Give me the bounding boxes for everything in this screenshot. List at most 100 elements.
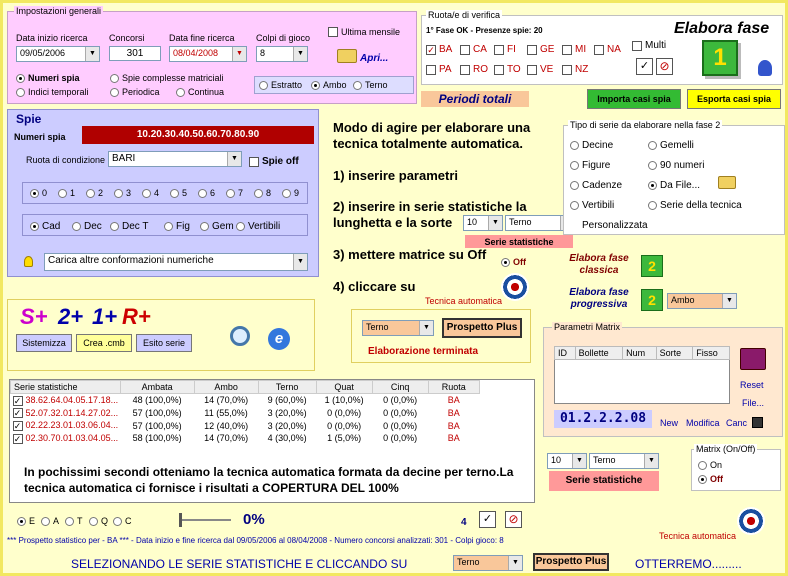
ruota-na[interactable]: NA: [594, 44, 621, 55]
prospetto-sorte-select[interactable]: Terno ▼: [362, 320, 434, 336]
istruzioni-lunghetta-select[interactable]: 10 ▼: [463, 215, 503, 231]
matrix-on-radio[interactable]: On: [698, 460, 722, 470]
matrix-off-radio[interactable]: Off: [698, 474, 723, 484]
numeri-spia-field[interactable]: 10.20.30.40.50.60.70.80.90: [82, 126, 314, 144]
type-cad[interactable]: Cad: [30, 221, 60, 232]
sorte-estratto[interactable]: Estratto: [259, 80, 302, 90]
help-icon[interactable]: [758, 60, 772, 76]
col-ambo[interactable]: Ambo: [193, 380, 259, 394]
target-icon[interactable]: [737, 507, 765, 535]
col-terno[interactable]: Terno: [257, 380, 317, 394]
matrix-modifica-button[interactable]: Modifica: [686, 418, 720, 428]
table-row[interactable]: ✓ 02.22.23.01.03.06.04... 57 (100,0%) 12 …: [11, 419, 480, 432]
confirm-icon[interactable]: ✓: [479, 511, 496, 528]
mode-indici-temporali[interactable]: Indici temporali: [16, 87, 89, 97]
ruota-ve[interactable]: VE: [527, 64, 553, 75]
col-serie[interactable]: Serie statistiche: [10, 380, 121, 394]
tipo-decine[interactable]: Decine: [570, 140, 613, 151]
multi-checkbox[interactable]: Multi: [632, 40, 666, 51]
table-row[interactable]: ✓ 38.62.64.04.05.17.18... 48 (100,0%) 14 …: [11, 394, 480, 407]
ruota-ba[interactable]: ✓ BA: [426, 44, 452, 55]
digit-4[interactable]: 4: [142, 188, 159, 198]
carica-conformazioni-select[interactable]: Carica altre conformazioni numeriche ▼: [44, 253, 308, 271]
spie-off-checkbox[interactable]: Spie off: [249, 156, 299, 167]
internet-explorer-icon[interactable]: e: [268, 328, 290, 350]
filter-t[interactable]: T: [65, 516, 83, 526]
type-dec-t[interactable]: Dec T: [110, 221, 149, 232]
filter-q[interactable]: Q: [89, 516, 108, 526]
filter-c[interactable]: C: [113, 516, 132, 526]
filter-e[interactable]: E: [17, 516, 35, 526]
matrix-sorte-select[interactable]: Terno ▼: [589, 453, 659, 469]
row-checkbox[interactable]: ✓: [12, 395, 23, 406]
digit-6[interactable]: 6: [198, 188, 215, 198]
table-row[interactable]: ✓ 52.07.32.01.14.27.02... 57 (100,0%) 11 …: [11, 407, 480, 420]
target-icon[interactable]: [501, 273, 529, 301]
ruota-ca[interactable]: CA: [460, 44, 487, 55]
tipo-serie-tecnica[interactable]: Serie della tecnica: [648, 200, 742, 211]
table-row[interactable]: ✓ 02.30.70.01.03.04.05... 58 (100,0%) 14 …: [11, 432, 480, 445]
matrix-new-button[interactable]: New: [660, 418, 678, 428]
progress-slider-handle[interactable]: [179, 513, 182, 527]
ruota-to[interactable]: TO: [494, 64, 521, 75]
elabora-classica-button[interactable]: 2: [641, 255, 663, 277]
row-checkbox[interactable]: ✓: [12, 433, 23, 444]
crea-cmb-button[interactable]: Crea .cmb: [76, 334, 132, 352]
sistemizza-button[interactable]: Sistemizza: [16, 334, 72, 352]
ruota-mi[interactable]: MI: [562, 44, 586, 55]
sorte-terno[interactable]: Terno: [353, 80, 388, 90]
row-checkbox[interactable]: ✓: [12, 420, 23, 431]
digit-2[interactable]: 2: [86, 188, 103, 198]
confirm-icon[interactable]: ✓: [636, 58, 653, 75]
matrix-serie-button[interactable]: Serie statistiche: [549, 471, 659, 491]
tipo-gemelli[interactable]: Gemelli: [648, 140, 694, 151]
save-icon[interactable]: [752, 417, 763, 428]
folder-open-icon[interactable]: [337, 49, 357, 63]
matrix-reset-button[interactable]: Reset: [740, 380, 764, 390]
progressiva-sorte-select[interactable]: Ambo ▼: [667, 293, 737, 309]
cancel-icon[interactable]: ⊘: [505, 511, 522, 528]
mode-periodica[interactable]: Periodica: [110, 87, 160, 97]
type-vertibili[interactable]: Vertibili: [236, 221, 280, 232]
ruota-condizione-select[interactable]: BARI ▼: [108, 151, 242, 167]
tipo-cadenze[interactable]: Cadenze: [570, 180, 622, 191]
digit-7[interactable]: 7: [226, 188, 243, 198]
data-fine-field[interactable]: 08/04/2008 ▼: [169, 46, 247, 62]
istruzioni-off-radio[interactable]: Off: [501, 257, 526, 267]
type-fig[interactable]: Fig: [164, 221, 190, 232]
mode-continua[interactable]: Continua: [176, 87, 224, 97]
col-quat[interactable]: Quat: [315, 380, 373, 394]
ruota-pa[interactable]: PA: [426, 64, 452, 75]
footer-prospetto-plus-button[interactable]: Prospetto Plus: [533, 553, 609, 571]
type-dec[interactable]: Dec: [72, 221, 102, 232]
digit-1[interactable]: 1: [58, 188, 75, 198]
ruota-ro[interactable]: RO: [460, 64, 488, 75]
magnifier-icon[interactable]: [230, 326, 250, 346]
colpi-select[interactable]: 8 ▼: [256, 46, 308, 62]
ruota-nz[interactable]: NZ: [562, 64, 588, 75]
cancel-icon[interactable]: ⊘: [656, 58, 673, 75]
col-cinq[interactable]: Cinq: [371, 380, 429, 394]
footer-sorte-select[interactable]: Terno ▼: [453, 555, 523, 571]
prospetto-plus-button[interactable]: Prospetto Plus: [442, 318, 522, 338]
matrix-canc-button[interactable]: Canc: [726, 418, 747, 428]
sorte-ambo[interactable]: Ambo: [311, 80, 347, 90]
elabora-fase-1-button[interactable]: 1: [702, 40, 738, 76]
digit-3[interactable]: 3: [114, 188, 131, 198]
type-gem[interactable]: Gem: [200, 221, 234, 232]
folder-open-icon[interactable]: [718, 176, 736, 189]
ruota-fi[interactable]: FI: [494, 44, 516, 55]
tipo-personalizzata[interactable]: Personalizzata: [582, 220, 648, 231]
tipo-90-numeri[interactable]: 90 numeri: [648, 160, 704, 171]
mode-numeri-spia[interactable]: Numeri spia: [16, 73, 80, 83]
row-checkbox[interactable]: ✓: [12, 408, 23, 419]
digit-9[interactable]: 9: [282, 188, 299, 198]
apri-link[interactable]: Apri...: [360, 53, 388, 64]
tipo-vertibili[interactable]: Vertibili: [570, 200, 614, 211]
col-ruota[interactable]: Ruota: [427, 380, 481, 394]
digit-5[interactable]: 5: [170, 188, 187, 198]
matrix-lunghetta-select[interactable]: 10 ▼: [547, 453, 587, 469]
ruota-ge[interactable]: GE: [527, 44, 554, 55]
tipo-da-file[interactable]: Da File...: [648, 180, 700, 191]
tipo-figure[interactable]: Figure: [570, 160, 610, 171]
